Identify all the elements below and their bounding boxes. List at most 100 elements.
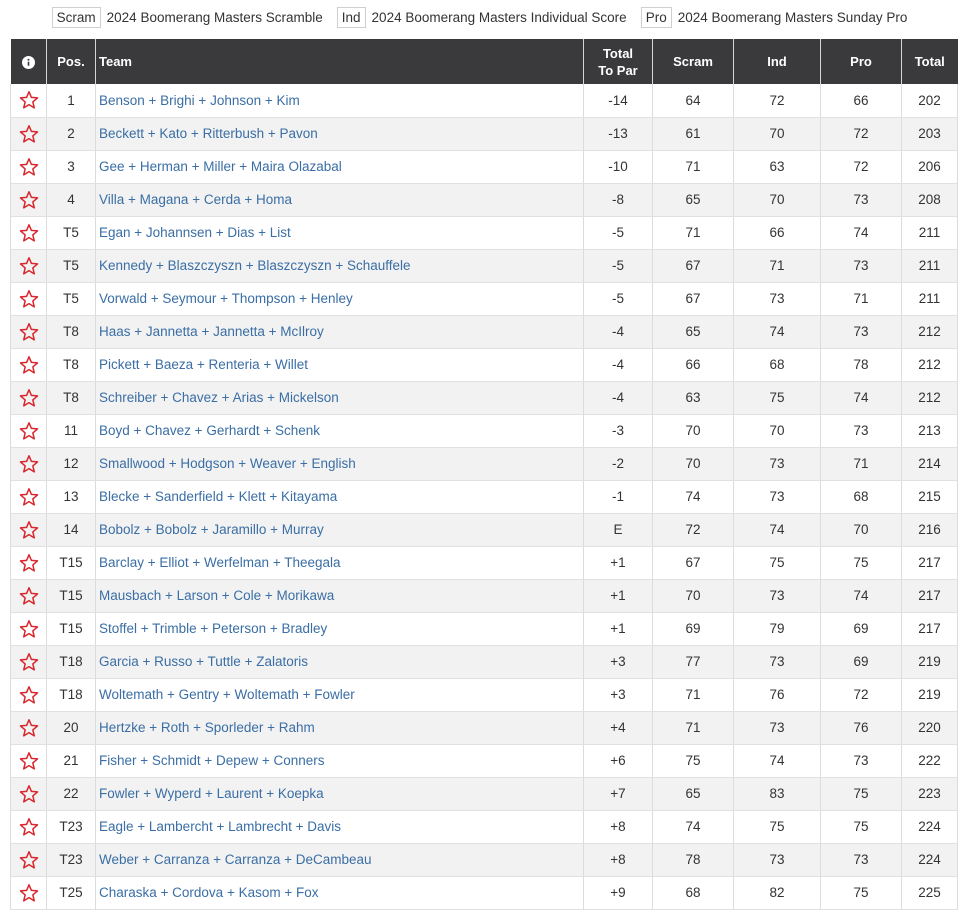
team-link[interactable]: Hertzke + Roth + Sporleder + Rahm xyxy=(95,711,584,745)
star-outline-icon[interactable] xyxy=(19,751,39,771)
team-link[interactable]: Fowler + Wyperd + Laurent + Koepka xyxy=(95,777,584,811)
team-link[interactable]: Vorwald + Seymour + Thompson + Henley xyxy=(95,282,584,316)
favorite-cell[interactable] xyxy=(10,777,47,811)
star-outline-icon[interactable] xyxy=(19,322,39,342)
favorite-cell[interactable] xyxy=(10,612,47,646)
topar-column-header[interactable]: Total To Par xyxy=(583,39,653,84)
star-outline-icon[interactable] xyxy=(19,355,39,375)
favorite-cell[interactable] xyxy=(10,150,47,184)
legend-code: Ind xyxy=(336,6,366,28)
topar-cell: -5 xyxy=(583,282,653,316)
table-row: T23 Weber + Carranza + Carranza + DeCambe… xyxy=(10,843,958,877)
team-link[interactable]: Mausbach + Larson + Cole + Morikawa xyxy=(95,579,584,613)
favorite-cell[interactable] xyxy=(10,810,47,844)
team-link[interactable]: Fisher + Schmidt + Depew + Conners xyxy=(95,744,584,778)
team-link[interactable]: Villa + Magana + Cerda + Homa xyxy=(95,183,584,217)
total-cell: 202 xyxy=(901,84,958,118)
favorite-cell[interactable] xyxy=(10,249,47,283)
pro-cell: 69 xyxy=(820,645,902,679)
favorite-cell[interactable] xyxy=(10,711,47,745)
favorite-cell[interactable] xyxy=(10,117,47,151)
table-row: 22 Fowler + Wyperd + Laurent + Koepka +7 65… xyxy=(10,777,958,811)
team-link[interactable]: Gee + Herman + Miller + Maira Olazabal xyxy=(95,150,584,184)
team-link[interactable]: Charaska + Cordova + Kasom + Fox xyxy=(95,876,584,910)
star-outline-icon[interactable] xyxy=(19,718,39,738)
team-link[interactable]: Pickett + Baeza + Renteria + Willet xyxy=(95,348,584,382)
pos-column-header[interactable]: Pos. xyxy=(46,39,96,84)
info-icon[interactable] xyxy=(21,56,35,70)
topar-cell: +7 xyxy=(583,777,653,811)
scram-cell: 71 xyxy=(652,216,734,250)
star-outline-icon[interactable] xyxy=(19,883,39,903)
star-outline-icon[interactable] xyxy=(19,388,39,408)
team-link[interactable]: Garcia + Russo + Tuttle + Zalatoris xyxy=(95,645,584,679)
team-link[interactable]: Haas + Jannetta + Jannetta + McIlroy xyxy=(95,315,584,349)
star-outline-icon[interactable] xyxy=(19,487,39,507)
team-link[interactable]: Bobolz + Bobolz + Jaramillo + Murray xyxy=(95,513,584,547)
scram-cell: 65 xyxy=(652,777,734,811)
team-link[interactable]: Woltemath + Gentry + Woltemath + Fowler xyxy=(95,678,584,712)
star-outline-icon[interactable] xyxy=(19,619,39,639)
star-outline-icon[interactable] xyxy=(19,223,39,243)
team-link[interactable]: Beckett + Kato + Ritterbush + Pavon xyxy=(95,117,584,151)
star-outline-icon[interactable] xyxy=(19,652,39,672)
pos-cell: 13 xyxy=(46,480,96,514)
team-link[interactable]: Benson + Brighi + Johnson + Kim xyxy=(95,84,584,118)
favorite-cell[interactable] xyxy=(10,183,47,217)
ind-cell: 75 xyxy=(733,810,821,844)
team-link[interactable]: Egan + Johannsen + Dias + List xyxy=(95,216,584,250)
star-outline-icon[interactable] xyxy=(19,190,39,210)
favorite-cell[interactable] xyxy=(10,348,47,382)
favorite-cell[interactable] xyxy=(10,645,47,679)
favorite-cell[interactable] xyxy=(10,579,47,613)
favorite-cell[interactable] xyxy=(10,513,47,547)
favorite-cell[interactable] xyxy=(10,315,47,349)
team-link[interactable]: Eagle + Lambercht + Lambrecht + Davis xyxy=(95,810,584,844)
favorite-cell[interactable] xyxy=(10,84,47,118)
scram-cell: 71 xyxy=(652,711,734,745)
star-outline-icon[interactable] xyxy=(19,421,39,441)
star-outline-icon[interactable] xyxy=(19,289,39,309)
favorite-cell[interactable] xyxy=(10,381,47,415)
favorite-cell[interactable] xyxy=(10,678,47,712)
total-cell: 219 xyxy=(901,645,958,679)
team-column-header[interactable]: Team xyxy=(95,39,584,84)
favorite-cell[interactable] xyxy=(10,447,47,481)
team-link[interactable]: Weber + Carranza + Carranza + DeCambeau xyxy=(95,843,584,877)
star-outline-icon[interactable] xyxy=(19,817,39,837)
team-link[interactable]: Stoffel + Trimble + Peterson + Bradley xyxy=(95,612,584,646)
team-link[interactable]: Blecke + Sanderfield + Klett + Kitayama xyxy=(95,480,584,514)
total-column-header[interactable]: Total xyxy=(901,39,958,84)
star-outline-icon[interactable] xyxy=(19,553,39,573)
star-outline-icon[interactable] xyxy=(19,850,39,870)
star-outline-icon[interactable] xyxy=(19,256,39,276)
star-outline-icon[interactable] xyxy=(19,586,39,606)
favorite-cell[interactable] xyxy=(10,744,47,778)
star-outline-icon[interactable] xyxy=(19,784,39,804)
favorite-cell[interactable] xyxy=(10,282,47,316)
star-outline-icon[interactable] xyxy=(19,124,39,144)
star-outline-icon[interactable] xyxy=(19,157,39,177)
team-link[interactable]: Smallwood + Hodgson + Weaver + English xyxy=(95,447,584,481)
star-outline-icon[interactable] xyxy=(19,454,39,474)
favorite-cell[interactable] xyxy=(10,843,47,877)
team-link[interactable]: Barclay + Elliot + Werfelman + Theegala xyxy=(95,546,584,580)
team-link[interactable]: Boyd + Chavez + Gerhardt + Schenk xyxy=(95,414,584,448)
team-link[interactable]: Kennedy + Blaszczyszn + Blaszczyszn + Sc… xyxy=(95,249,584,283)
favorite-cell[interactable] xyxy=(10,546,47,580)
star-outline-icon[interactable] xyxy=(19,520,39,540)
favorite-cell[interactable] xyxy=(10,480,47,514)
pro-column-header[interactable]: Pro xyxy=(820,39,902,84)
info-column-header[interactable] xyxy=(10,39,47,84)
ind-column-header[interactable]: Ind xyxy=(733,39,821,84)
favorite-cell[interactable] xyxy=(10,876,47,910)
favorite-cell[interactable] xyxy=(10,414,47,448)
scram-column-header[interactable]: Scram xyxy=(652,39,734,84)
favorite-cell[interactable] xyxy=(10,216,47,250)
table-row: 4 Villa + Magana + Cerda + Homa -8 65 70 73 20… xyxy=(10,183,958,217)
scram-cell: 68 xyxy=(652,876,734,910)
ind-cell: 83 xyxy=(733,777,821,811)
star-outline-icon[interactable] xyxy=(19,90,39,110)
team-link[interactable]: Schreiber + Chavez + Arias + Mickelson xyxy=(95,381,584,415)
star-outline-icon[interactable] xyxy=(19,685,39,705)
